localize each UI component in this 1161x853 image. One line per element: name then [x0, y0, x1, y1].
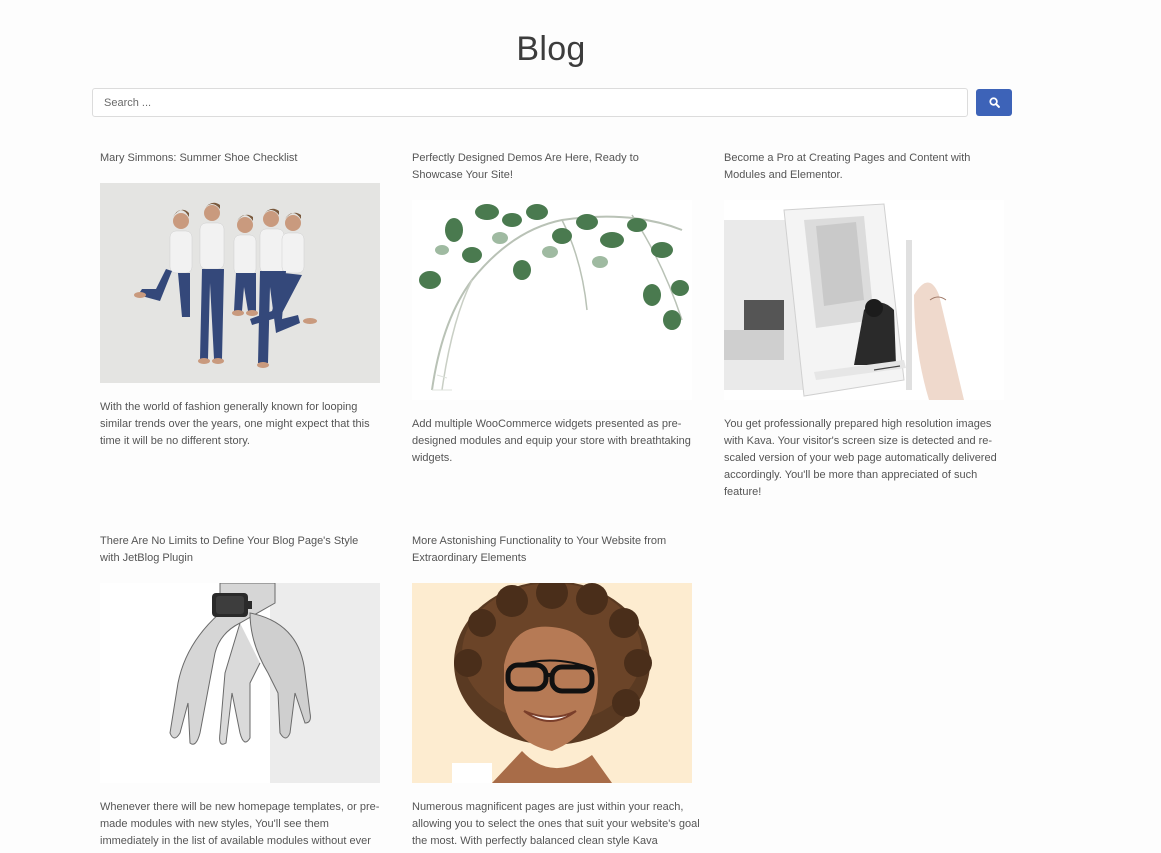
smiling-woman-image [412, 583, 692, 783]
eucalyptus-branch-image [412, 200, 692, 400]
post-title-link[interactable]: Perfectly Designed Demos Are Here, Ready… [412, 150, 692, 184]
page-title: Blog [516, 29, 586, 68]
post-card: More Astonishing Functionality to Your W… [412, 533, 700, 853]
post-excerpt: Whenever there will be new homepage temp… [100, 801, 380, 847]
post-excerpt: Add multiple WooCommerce widgets present… [412, 418, 691, 464]
search-input[interactable] [92, 88, 968, 117]
post-card: Mary Simmons: Summer Shoe Checklist With… [100, 150, 380, 450]
search-form [92, 88, 1012, 117]
post-excerpt: You get professionally prepared high res… [724, 418, 997, 498]
post-thumbnail[interactable] [412, 583, 692, 783]
post-card: There Are No Limits to Define Your Blog … [100, 533, 380, 853]
search-icon [988, 97, 1000, 108]
post-excerpt: Numerous magnificent pages are just with… [412, 801, 700, 847]
post-title-link[interactable]: Become a Pro at Creating Pages and Conte… [724, 150, 1004, 184]
post-thumbnail[interactable] [100, 583, 380, 783]
post-card: Perfectly Designed Demos Are Here, Ready… [412, 150, 692, 470]
post-title-link[interactable]: More Astonishing Functionality to Your W… [412, 533, 692, 567]
hands-with-watch-image [100, 583, 380, 783]
search-button[interactable] [976, 89, 1012, 116]
post-title-link[interactable]: Mary Simmons: Summer Shoe Checklist [100, 150, 380, 167]
post-title-link[interactable]: There Are No Limits to Define Your Blog … [100, 533, 380, 567]
post-thumbnail[interactable] [412, 200, 692, 400]
post-thumbnail[interactable] [100, 183, 380, 383]
magazine-in-hand-image [724, 200, 1004, 400]
group-photo-image [100, 183, 380, 383]
post-card: Become a Pro at Creating Pages and Conte… [724, 150, 1004, 500]
post-excerpt: With the world of fashion generally know… [100, 401, 370, 447]
post-thumbnail[interactable] [724, 200, 1004, 400]
blog-page: Blog Mary Simmons: Summer Shoe Checklist [0, 0, 1161, 853]
